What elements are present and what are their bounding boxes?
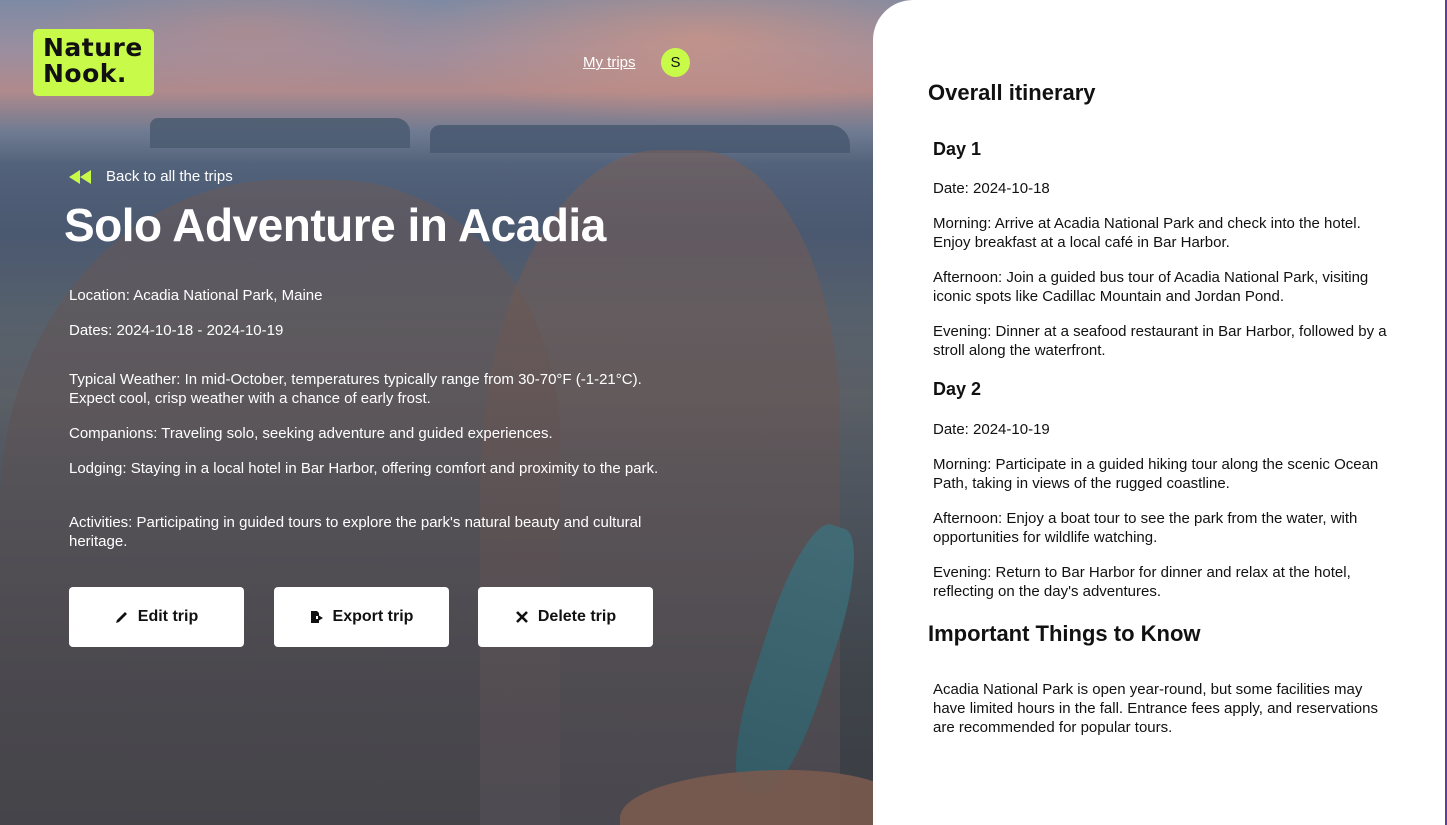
export-trip-button[interactable]: Export trip [274, 587, 449, 647]
itinerary-panel: Overall itinerary Day 1 Date: 2024-10-18… [873, 0, 1447, 825]
day-morning: Morning: Arrive at Acadia National Park … [933, 215, 1361, 251]
delete-trip-button[interactable]: Delete trip [478, 587, 653, 647]
pencil-icon [115, 612, 127, 623]
day-heading: Day 2 [933, 379, 982, 399]
rewind-arrow-icon [69, 169, 91, 184]
file-export-icon [310, 611, 323, 623]
edit-trip-label: Edit trip [137, 608, 199, 625]
nature-nook-logo[interactable]: Nature Nook. [33, 29, 154, 96]
overall-itinerary-heading: Overall itinerary [928, 80, 1096, 105]
important-things-heading: Important Things to Know [928, 621, 1201, 646]
back-to-trips-label: Back to all the trips [106, 168, 233, 185]
day-morning: Morning: Participate in a guided hiking … [933, 456, 1379, 492]
trip-weather: Typical Weather: In mid-October, tempera… [69, 371, 642, 407]
logo-text-line-2: Nook. [43, 59, 127, 88]
important-things-text: Acadia National Park is open year-round,… [933, 681, 1378, 736]
trip-title: Solo Adventure in Acadia [64, 199, 606, 251]
day-date: Date: 2024-10-19 [933, 421, 1050, 438]
day-afternoon: Afternoon: Join a guided bus tour of Aca… [933, 269, 1369, 305]
day-evening: Evening: Return to Bar Harbor for dinner… [933, 564, 1351, 600]
close-icon [515, 611, 528, 623]
trip-location: Location: Acadia National Park, Maine [69, 287, 323, 304]
day-heading: Day 1 [933, 139, 982, 159]
user-avatar[interactable]: S [661, 48, 690, 77]
trip-dates: Dates: 2024-10-18 - 2024-10-19 [69, 322, 284, 339]
logo-text-line-1: Nature [43, 33, 143, 62]
trip-companions: Companions: Traveling solo, seeking adve… [69, 425, 553, 442]
delete-trip-label: Delete trip [537, 608, 617, 625]
back-to-trips-link[interactable]: Back to all the trips [69, 168, 233, 185]
day-afternoon: Afternoon: Enjoy a boat tour to see the … [933, 510, 1358, 546]
export-trip-label: Export trip [332, 608, 414, 625]
my-trips-link[interactable]: My trips [583, 54, 636, 71]
day-date: Date: 2024-10-18 [933, 180, 1050, 197]
trip-activities: Activities: Participating in guided tour… [69, 514, 642, 550]
day-evening: Evening: Dinner at a seafood restaurant … [933, 323, 1387, 359]
trip-lodging: Lodging: Staying in a local hotel in Bar… [69, 460, 659, 477]
edit-trip-button[interactable]: Edit trip [69, 587, 244, 647]
